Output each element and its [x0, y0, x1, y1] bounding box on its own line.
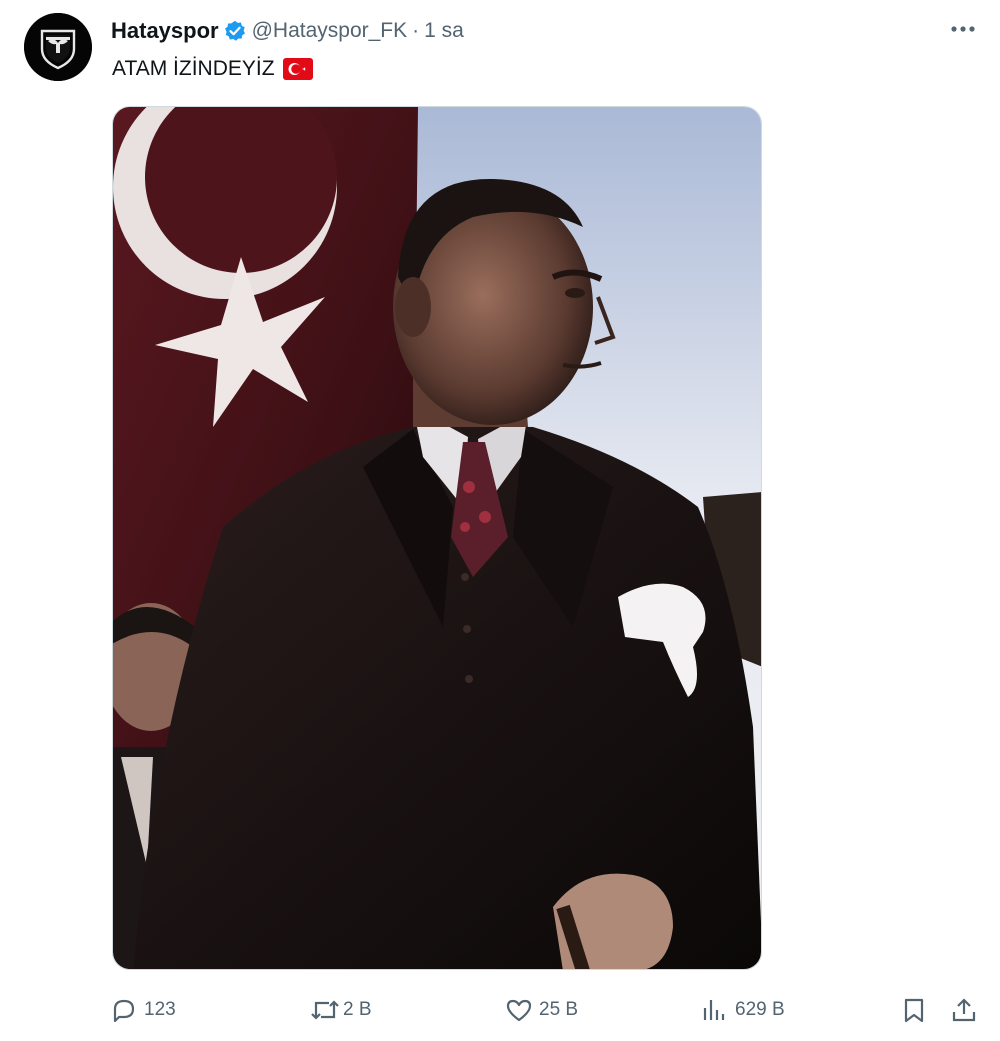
timestamp[interactable]: 1 sa — [424, 19, 464, 43]
user-handle[interactable]: @Hatayspor_FK — [252, 19, 408, 43]
tweet-actions: 123 2 B 25 B 629 B — [0, 990, 1000, 1030]
more-button[interactable] — [946, 14, 980, 44]
heart-icon — [505, 996, 533, 1024]
like-button[interactable]: 25 B — [505, 990, 578, 1030]
bookmark-icon — [900, 996, 928, 1024]
avatar[interactable] — [24, 13, 92, 81]
tweet-photo[interactable] — [112, 106, 762, 970]
repost-count: 2 B — [343, 999, 372, 1020]
like-count: 25 B — [539, 999, 579, 1020]
views-button[interactable]: 629 B — [701, 990, 785, 1030]
tweet-text-content: ATAM İZİNDEYİZ — [112, 57, 275, 80]
views-icon — [701, 996, 729, 1024]
bookmark-button[interactable] — [900, 990, 928, 1030]
share-button[interactable] — [950, 990, 978, 1030]
turkey-flag-emoji — [282, 58, 313, 80]
reply-button[interactable]: 123 — [110, 990, 176, 1030]
repost-icon — [309, 996, 339, 1024]
reply-icon — [110, 996, 138, 1024]
views-count: 629 B — [735, 999, 785, 1020]
share-icon — [950, 996, 978, 1024]
display-name[interactable]: Hatayspor — [111, 18, 219, 44]
hatayspor-logo — [24, 13, 92, 81]
portrait-photo — [113, 107, 761, 969]
tweet-text: ATAM İZİNDEYİZ — [112, 55, 313, 83]
separator-dot: · — [412, 19, 420, 42]
more-icon — [951, 26, 975, 32]
verified-badge-icon[interactable] — [224, 20, 246, 42]
repost-button[interactable]: 2 B — [309, 990, 372, 1030]
reply-count: 123 — [144, 999, 176, 1020]
tweet-header: Hatayspor @Hatayspor_FK · 1 sa — [111, 16, 464, 46]
